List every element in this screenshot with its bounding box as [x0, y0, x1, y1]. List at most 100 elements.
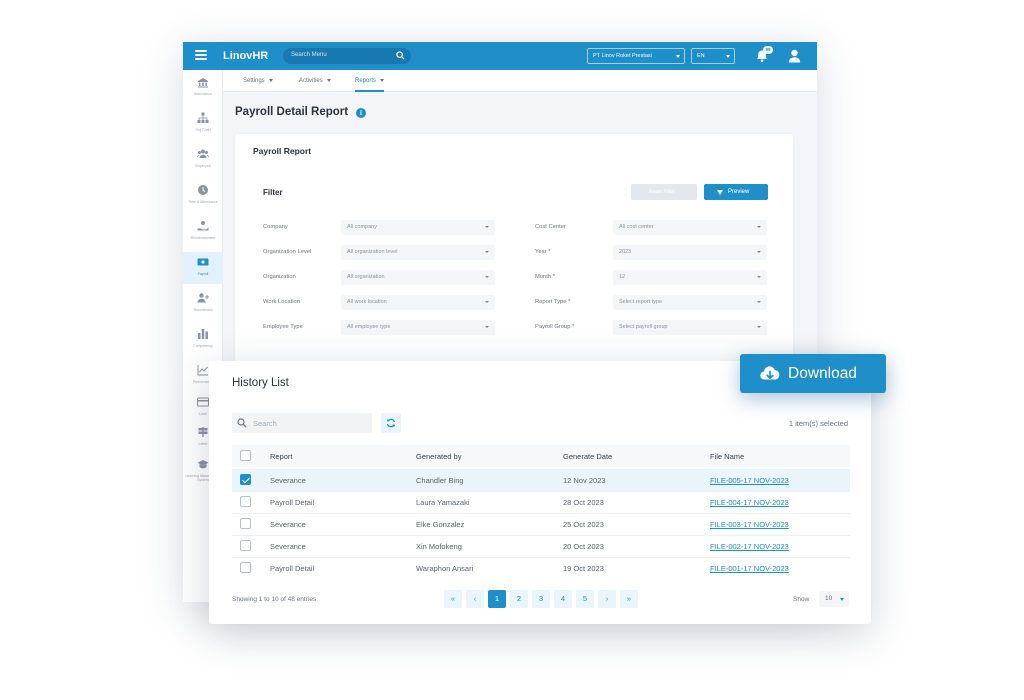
- page-size-label: Show: [793, 596, 810, 603]
- sidebar-item-time-attendance[interactable]: Time & Attendance: [183, 180, 223, 212]
- chevron-down-icon: [485, 301, 489, 303]
- graduation-cap-icon: [197, 460, 209, 469]
- history-search-input[interactable]: Search: [232, 413, 372, 433]
- last-page-button[interactable]: »: [620, 590, 638, 608]
- org-chart-icon: [197, 112, 209, 123]
- page-button-1[interactable]: 1: [488, 590, 506, 608]
- column-header-generate-date[interactable]: Generate Date: [563, 452, 612, 461]
- first-page-button[interactable]: «: [444, 590, 462, 608]
- company-select[interactable]: PT Linov Roket Prestasi: [587, 48, 685, 64]
- row-checkbox[interactable]: [240, 518, 251, 529]
- table-row[interactable]: Payroll Detail Laura Yamazaki 28 Oct 202…: [232, 491, 850, 513]
- signpost-icon: [198, 427, 208, 437]
- cell-generate-date: 20 Oct 2023: [563, 542, 604, 551]
- chevron-down-icon: [757, 251, 761, 253]
- sidebar-item-attendance[interactable]: Attendance: [183, 72, 223, 104]
- table-row[interactable]: Severance Chandler Bing 12 Nov 2023 FILE…: [232, 469, 850, 491]
- report-type-select[interactable]: Select report type: [613, 295, 767, 310]
- organization-select[interactable]: All organization: [341, 270, 495, 285]
- notification-badge: 99: [763, 46, 773, 54]
- table-row[interactable]: Severance Xin Mofokeng 20 Oct 2023 FILE-…: [232, 535, 850, 557]
- column-header-generated-by[interactable]: Generated by: [416, 452, 461, 461]
- preview-button[interactable]: Preview: [704, 184, 768, 200]
- select-value: All organization: [347, 274, 385, 280]
- clock-icon: [198, 185, 208, 195]
- cell-report: Payroll Detail: [270, 564, 315, 573]
- cost-center-select[interactable]: All cost center: [613, 220, 767, 235]
- hamburger-menu-icon[interactable]: [195, 50, 207, 60]
- sidebar-item-payroll[interactable]: Payroll: [183, 252, 223, 284]
- page-size-select[interactable]: 10: [819, 591, 849, 607]
- file-link[interactable]: FILE-005-17 NOV-2023: [710, 476, 789, 485]
- work-location-select[interactable]: All work location: [341, 295, 495, 310]
- file-link[interactable]: FILE-003-17 NOV-2023: [710, 520, 789, 529]
- file-link[interactable]: FILE-004-17 NOV-2023: [710, 498, 789, 507]
- language-select[interactable]: EN: [691, 48, 735, 64]
- chevron-down-icon: [485, 226, 489, 228]
- page-button-2[interactable]: 2: [510, 590, 528, 608]
- table-row[interactable]: Severance Elke Gonzalez 25 Oct 2023 FILE…: [232, 513, 850, 535]
- filter-label: Report Type *: [535, 299, 571, 305]
- user-plus-icon: [197, 293, 209, 303]
- row-checkbox[interactable]: [240, 496, 251, 507]
- file-link[interactable]: FILE-002-17 NOV-2023: [710, 542, 789, 551]
- page-button-3[interactable]: 3: [532, 590, 550, 608]
- prev-page-button[interactable]: ‹: [466, 590, 484, 608]
- tab-reports[interactable]: Reports: [355, 78, 385, 92]
- sidebar-item-competency[interactable]: Competency: [183, 324, 223, 356]
- tab-activities[interactable]: Activities: [299, 78, 331, 84]
- search-placeholder: Search: [253, 419, 277, 428]
- refresh-button[interactable]: [381, 413, 401, 433]
- download-label: Download: [788, 365, 857, 382]
- filter-label: Organization: [263, 274, 296, 280]
- select-value: All employee type: [347, 324, 391, 330]
- search-icon: [237, 418, 247, 428]
- page-button-4[interactable]: 4: [554, 590, 572, 608]
- next-page-button[interactable]: ›: [598, 590, 616, 608]
- row-checkbox[interactable]: [240, 474, 251, 485]
- sidebar-item-reimbursement[interactable]: Reimbursement: [183, 216, 223, 248]
- select-all-checkbox[interactable]: [240, 450, 251, 461]
- chevron-down-icon: [757, 276, 761, 278]
- app-logo: LinovHR: [223, 50, 269, 62]
- company-filter-select[interactable]: All company: [341, 220, 495, 235]
- row-checkbox[interactable]: [240, 562, 251, 573]
- organization-level-select[interactable]: All organization level: [341, 245, 495, 260]
- column-header-report[interactable]: Report: [270, 452, 293, 461]
- year-select[interactable]: 2023: [613, 245, 767, 260]
- sidebar-item-label: Org Chart: [195, 128, 211, 132]
- sidebar-item-label: Payroll: [197, 272, 209, 276]
- page-size-value: 10: [825, 595, 833, 602]
- sidebar-item-label: Recruitment: [193, 308, 213, 312]
- top-bar: LinovHR Search Menu PT Linov Roket Prest…: [183, 42, 817, 70]
- sidebar-item-org-chart[interactable]: Org Chart: [183, 108, 223, 140]
- sidebar-item-employee[interactable]: Employee: [183, 144, 223, 176]
- company-select-value: PT Linov Roket Prestasi: [593, 53, 652, 59]
- row-checkbox[interactable]: [240, 540, 251, 551]
- hand-coin-icon: [197, 221, 209, 231]
- reset-filter-button[interactable]: Reset Filter: [631, 184, 697, 200]
- employee-type-select[interactable]: All employee type: [341, 320, 495, 335]
- filter-label: Year *: [535, 249, 551, 255]
- search-menu-input[interactable]: Search Menu: [283, 48, 411, 64]
- select-value: Select payroll group: [619, 324, 668, 330]
- month-select[interactable]: 12: [613, 270, 767, 285]
- tab-label: Settings: [243, 78, 265, 84]
- chevron-down-icon: [757, 226, 761, 228]
- payroll-group-select[interactable]: Select payroll group: [613, 320, 767, 335]
- sidebar-item-recruitment[interactable]: Recruitment: [183, 288, 223, 320]
- tab-settings[interactable]: Settings: [243, 78, 273, 84]
- table-row[interactable]: Payroll Detail Waraphon Ansari 19 Oct 20…: [232, 557, 850, 579]
- info-icon[interactable]: i: [356, 108, 366, 118]
- download-button[interactable]: Download: [740, 354, 886, 393]
- filter-label: Organization Level: [263, 249, 312, 255]
- users-icon: [197, 149, 209, 158]
- table-header: Report Generated by Generate Date File N…: [232, 445, 850, 467]
- file-link[interactable]: FILE-001-17 NOV-2023: [710, 564, 789, 573]
- sidebar-item-label: Time & Attendance: [188, 200, 218, 204]
- entries-summary: Showing 1 to 10 of 48 entries: [232, 596, 317, 603]
- user-avatar-icon[interactable]: [788, 49, 801, 63]
- page-button-5[interactable]: 5: [576, 590, 594, 608]
- chevron-down-icon: [840, 597, 844, 601]
- column-header-file-name[interactable]: File Name: [710, 452, 744, 461]
